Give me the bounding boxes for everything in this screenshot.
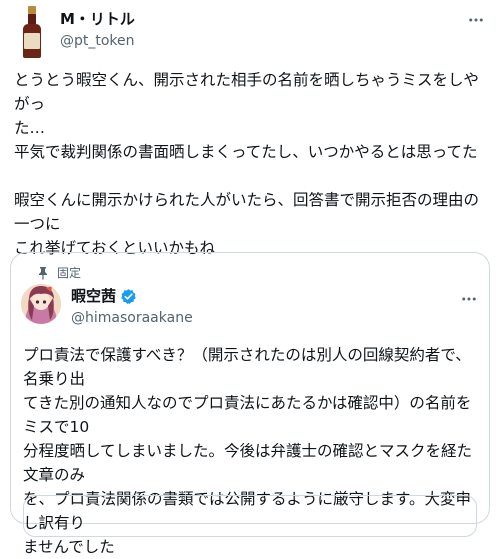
quoted-text-line: プロ責法で保護すべき？（開示されたのは別人の回線契約者で、名乗り出 — [23, 346, 471, 388]
quoted-media-preview[interactable] — [23, 495, 477, 537]
quoted-text-line: ませんでした — [23, 538, 115, 556]
tweet: M・リトル @pt_token とうとう暇空くん、開示された相手の名前を晒しちゃ… — [0, 0, 500, 556]
tweet-text-line: 平気で裁判関係の書面晒しまくってたし、いつかやるとは思ってた — [14, 143, 478, 161]
quoted-author-avatar[interactable] — [21, 284, 61, 324]
quoted-text-line: 分程度晒してしまいました。今後は弁護士の確認とマスクを経た文章のみ — [23, 442, 473, 484]
more-horizontal-icon[interactable] — [464, 8, 488, 32]
tweet-text-line: た… — [14, 119, 46, 137]
quoted-author-handle[interactable]: @himasoraakane — [71, 309, 193, 327]
author-handle[interactable]: @pt_token — [60, 32, 135, 50]
tweet-text-line: 暇空くんに開示かけられた人がいたら、回答書で開示拒否の理由の一つに — [14, 191, 480, 233]
pinned-label: 固定 — [57, 266, 82, 280]
quoted-author-name[interactable]: 暇空茜 — [71, 286, 116, 306]
more-horizontal-icon[interactable] — [457, 287, 481, 311]
quoted-tweet-card[interactable]: 固定 暇空茜 @himasoraakane プロ責法で保護すべき？（開示されたの… — [10, 252, 490, 556]
author-avatar[interactable] — [12, 6, 52, 58]
bottle-cap — [28, 6, 36, 14]
tweet-text: とうとう暇空くん、開示された相手の名前を晒しちゃうミスをしやがっ た… 平気で裁… — [14, 68, 494, 260]
tweet-text-line: とうとう暇空くん、開示された相手の名前を晒しちゃうミスをしやがっ — [14, 71, 479, 113]
quoted-author-name-row: 暇空茜 — [71, 286, 137, 306]
bottle-label — [24, 33, 40, 49]
author-name[interactable]: M・リトル — [60, 9, 135, 29]
verified-badge-icon[interactable] — [120, 288, 137, 305]
pinned-indicator: 固定 — [37, 264, 81, 281]
quoted-text-line: てきた別の通知人なのでプロ責法にあたるかは確認中）の名前をミスで10 — [23, 394, 472, 436]
pin-icon — [37, 266, 49, 280]
